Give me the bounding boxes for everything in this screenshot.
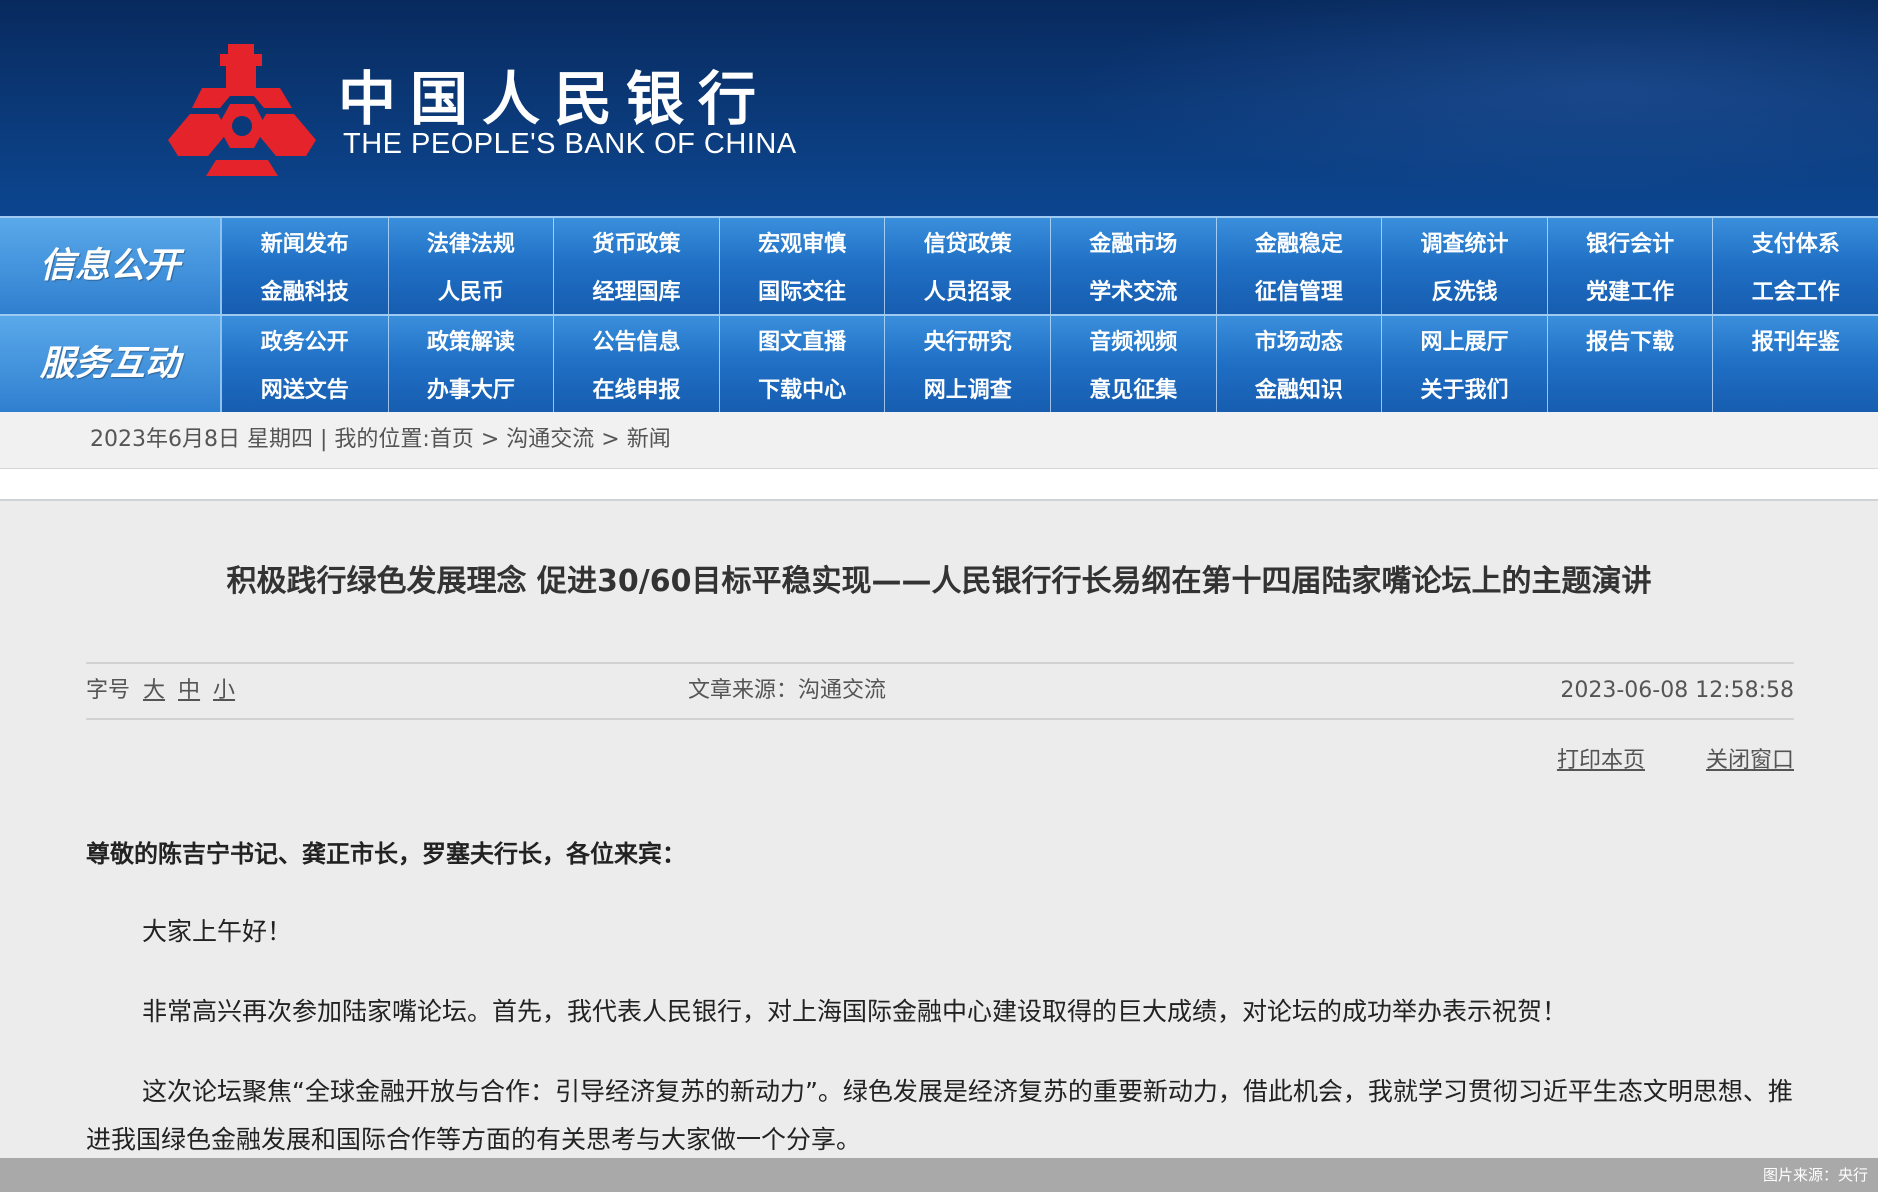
nav-item-service[interactable]: 意见征集 (1050, 364, 1216, 412)
nav-item-info[interactable]: 货币政策 (553, 218, 719, 266)
nav-item-service[interactable]: 音频视频 (1050, 316, 1216, 364)
bank-name-cn: 中国人民银行 (338, 65, 771, 133)
nav-item-service[interactable]: 政策解读 (387, 316, 554, 364)
breadcrumb-separator: | (319, 427, 328, 452)
image-credit-bar: 图片来源：央行 (0, 1158, 1878, 1192)
nav-item-service[interactable]: 在线申报 (553, 364, 719, 412)
breadcrumb-section-link[interactable]: 沟通交流 (506, 427, 594, 452)
breadcrumb-current-link[interactable]: 新闻 (627, 427, 671, 452)
article-meta-bar: 字号 大 中 小 文章来源：沟通交流 2023-06-08 12:58:58 (86, 662, 1794, 720)
article-paragraph: 大家上午好！ (142, 917, 293, 946)
nav-item-service[interactable]: 关于我们 (1381, 364, 1547, 412)
article-datetime: 2023-06-08 12:58:58 (1560, 678, 1794, 703)
nav-item-info[interactable]: 银行会计 (1546, 218, 1713, 266)
article-tools: 打印本页 关闭窗口 (1503, 742, 1794, 774)
nav-item-info[interactable]: 调查统计 (1381, 218, 1547, 266)
nav-item-info[interactable]: 法律法规 (387, 218, 554, 266)
nav-empty-cell (1546, 364, 1713, 412)
nav-item-service[interactable]: 政务公开 (222, 316, 388, 364)
nav-info-grid: 新闻发布 法律法规 货币政策 宏观审慎 信贷政策 金融市场 金融稳定 调查统计 银行会计 支付体系… (222, 218, 1878, 314)
nav-item-service[interactable]: 金融知识 (1215, 364, 1382, 412)
pboc-emblem-icon[interactable] (168, 44, 316, 176)
article-source: 文章来源：沟通交流 (688, 678, 887, 703)
font-size-medium-button[interactable]: 中 (178, 678, 200, 703)
nav-item-info[interactable]: 党建工作 (1546, 266, 1713, 314)
nav-item-service[interactable]: 网上调查 (884, 364, 1050, 412)
font-size-label: 字号 (86, 678, 131, 703)
current-date: 2023年6月8日 星期四 (90, 427, 313, 452)
nav-item-info[interactable]: 反洗钱 (1381, 266, 1547, 314)
article-title: 积极践行绿色发展理念 促进30/60目标平稳实现——人民银行行长易纲在第十四届陆… (226, 564, 1652, 599)
nav-empty-cell (1712, 364, 1878, 412)
nav-service-band: 服务互动 政务公开 政策解读 公告信息 图文直播 央行研究 音频视频 市场动态 网上展厅 报告下… (0, 314, 1878, 412)
breadcrumb-arrow: > (480, 427, 500, 452)
article-paragraph: 这次论坛聚焦“全球金融开放与合作：引导经济复苏的新动力”。绿色发展是经济复苏的重… (86, 1077, 1793, 1154)
nav-item-service[interactable]: 网上展厅 (1381, 316, 1547, 364)
nav-item-info[interactable]: 人员招录 (884, 266, 1050, 314)
article-paragraph: 非常高兴再次参加陆家嘴论坛。首先，我代表人民银行，对上海国际金融中心建设取得的巨… (142, 997, 1568, 1026)
breadcrumb-arrow: > (601, 427, 620, 452)
nav-item-info[interactable]: 新闻发布 (222, 218, 388, 266)
nav-info-label: 信息公开 (0, 218, 222, 314)
nav-item-info[interactable]: 工会工作 (1712, 266, 1878, 314)
nav-service-label: 服务互动 (0, 316, 222, 412)
nav-item-info[interactable]: 国际交往 (718, 266, 885, 314)
speech-salutation: 尊敬的陈吉宁书记、龚正市长，罗塞夫行长，各位来宾： (86, 840, 686, 868)
print-page-link[interactable]: 打印本页 (1557, 748, 1645, 773)
nav-item-info[interactable]: 信贷政策 (884, 218, 1050, 266)
nav-item-service[interactable]: 图文直播 (718, 316, 885, 364)
nav-item-service[interactable]: 办事大厅 (387, 364, 554, 412)
nav-item-info[interactable]: 宏观审慎 (718, 218, 885, 266)
nav-item-info[interactable]: 金融科技 (222, 266, 388, 314)
nav-item-service[interactable]: 央行研究 (884, 316, 1050, 364)
nav-item-service[interactable]: 网送文告 (222, 364, 388, 412)
site-banner: 中国人民银行 THE PEOPLE'S BANK OF CHINA (0, 0, 1878, 216)
content-top-strip (0, 469, 1878, 501)
nav-item-service[interactable]: 报告下载 (1546, 316, 1713, 364)
nav-item-info[interactable]: 人民币 (387, 266, 554, 314)
nav-item-info[interactable]: 支付体系 (1712, 218, 1878, 266)
font-size-large-button[interactable]: 大 (143, 678, 165, 703)
nav-item-service[interactable]: 下载中心 (718, 364, 885, 412)
nav-item-service[interactable]: 市场动态 (1215, 316, 1382, 364)
nav-item-service[interactable]: 公告信息 (553, 316, 719, 364)
nav-service-grid: 政务公开 政策解读 公告信息 图文直播 央行研究 音频视频 市场动态 网上展厅 报告下载 报刊年鉴… (222, 316, 1878, 412)
location-label: 我的位置: (334, 427, 430, 452)
nav-item-info[interactable]: 征信管理 (1215, 266, 1382, 314)
image-credit: 图片来源：央行 (1762, 1166, 1868, 1184)
nav-item-info[interactable]: 经理国库 (553, 266, 719, 314)
breadcrumb-home-link[interactable]: 首页 (430, 427, 474, 452)
breadcrumb: 2023年6月8日 星期四 | 我的位置:首页 > 沟通交流 > 新闻 (0, 412, 1878, 469)
nav-item-info[interactable]: 金融市场 (1050, 218, 1216, 266)
font-size-small-button[interactable]: 小 (213, 678, 235, 703)
main-nav: 信息公开 新闻发布 法律法规 货币政策 宏观审慎 信贷政策 金融市场 金融稳定 调查统计 银行会… (0, 216, 1878, 412)
nav-item-info[interactable]: 金融稳定 (1215, 218, 1382, 266)
close-window-link[interactable]: 关闭窗口 (1706, 748, 1794, 773)
nav-item-service[interactable]: 报刊年鉴 (1712, 316, 1878, 364)
nav-info-band: 信息公开 新闻发布 法律法规 货币政策 宏观审慎 信贷政策 金融市场 金融稳定 调查统计 银行会… (0, 216, 1878, 314)
nav-item-info[interactable]: 学术交流 (1050, 266, 1216, 314)
bank-name-en: THE PEOPLE'S BANK OF CHINA (343, 128, 797, 160)
